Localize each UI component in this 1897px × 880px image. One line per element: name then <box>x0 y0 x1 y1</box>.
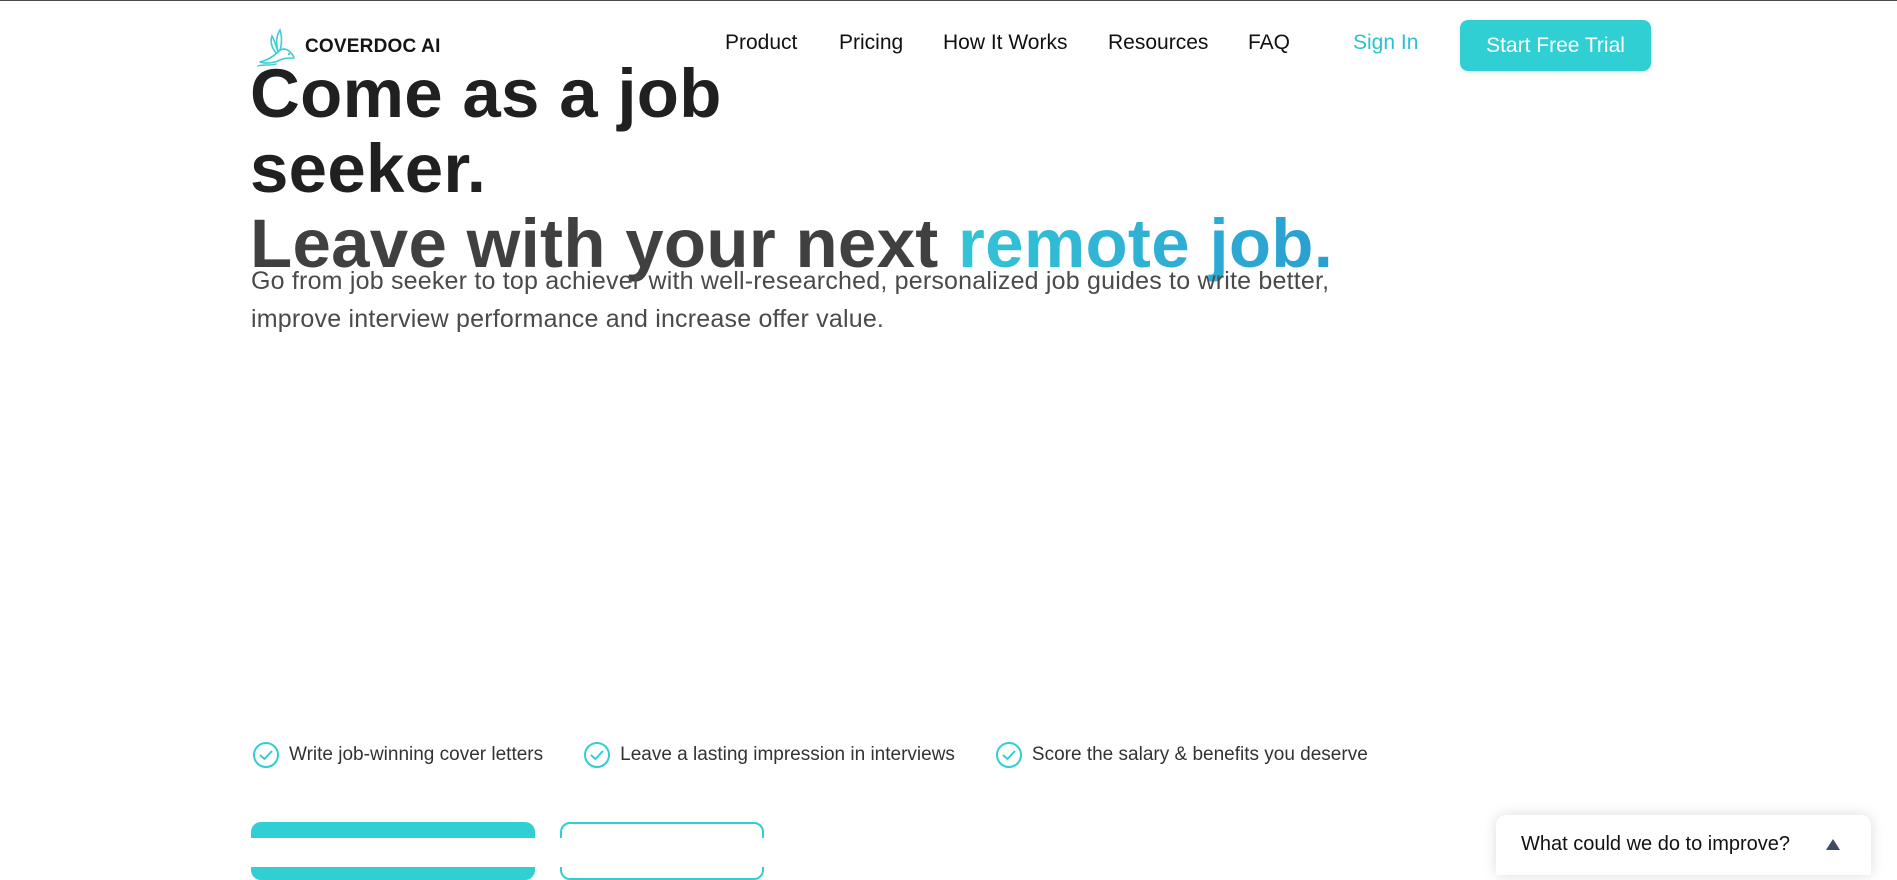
feedback-widget[interactable]: What could we do to improve? <box>1496 815 1871 875</box>
check-circle-icon <box>584 742 611 768</box>
chevron-up-icon[interactable] <box>1825 837 1841 851</box>
feature-item-cover-letters: Write job-winning cover letters <box>252 741 543 769</box>
nav-link-resources[interactable]: Resources <box>1108 31 1208 55</box>
feature-label: Score the salary & benefits you deserve <box>1031 744 1368 765</box>
brand-logo[interactable]: COVERDOC AI <box>256 26 441 68</box>
nav-link-faq[interactable]: FAQ <box>1248 31 1290 55</box>
check-circle-icon <box>253 742 279 768</box>
start-free-trial-button[interactable]: Start Free Trial <box>1460 20 1651 71</box>
feature-label: Leave a lasting impression in interviews <box>620 744 955 765</box>
nav-link-product[interactable]: Product <box>725 31 797 55</box>
nav-link-how-it-works[interactable]: How It Works <box>943 31 1067 55</box>
check-circle-icon <box>995 742 1022 768</box>
sign-in-link[interactable]: Sign In <box>1353 31 1418 55</box>
navbar: COVERDOC AI Product Pricing How It Works… <box>0 1 1897 89</box>
feature-item-salary: Score the salary & benefits you deserve <box>995 741 1368 769</box>
nav-link-pricing[interactable]: Pricing <box>839 31 903 55</box>
headline-line-2: seeker. <box>250 130 487 207</box>
hero-headline: Come as a job seeker. Leave with your ne… <box>250 56 1450 281</box>
hero-subtitle: Go from job seeker to top achiever with … <box>251 267 1330 333</box>
feature-item-interviews: Leave a lasting impression in interviews <box>583 741 955 769</box>
brand-name: COVERDOC AI <box>305 36 441 57</box>
feature-label: Write job-winning cover letters <box>289 744 544 765</box>
rabbit-logo-icon <box>257 28 295 67</box>
feedback-prompt: What could we do to improve? <box>1521 833 1791 855</box>
feature-list: Write job-winning cover letters Leave a … <box>252 739 1408 771</box>
